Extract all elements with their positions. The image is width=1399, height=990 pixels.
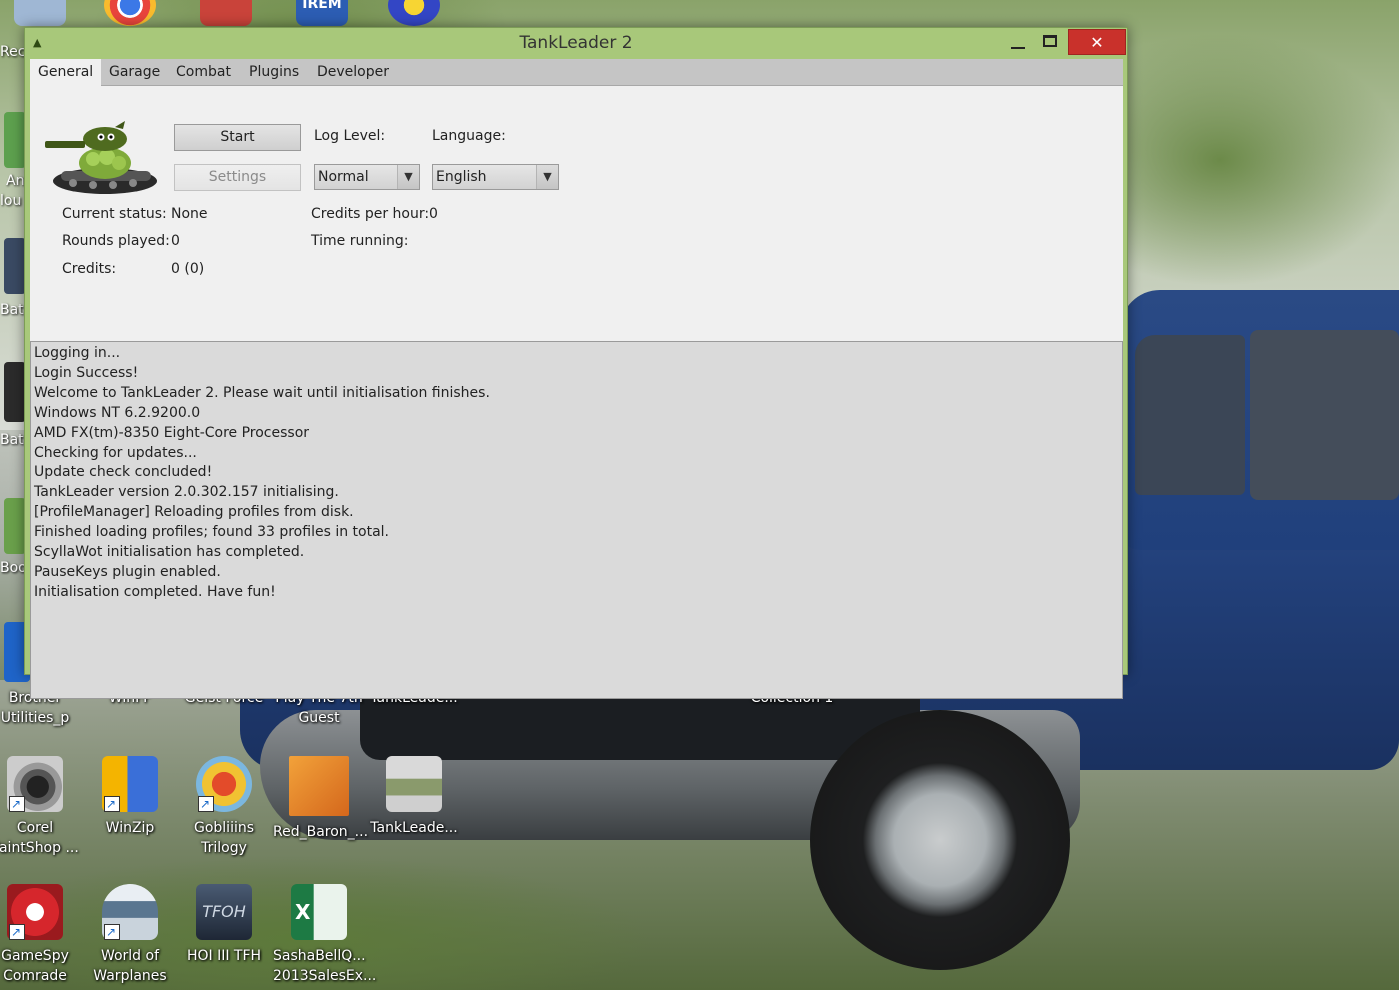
desktop-icon-gamespy-comrade[interactable]: GameSpy Comrade — [0, 884, 81, 986]
current-status-label: Current status: — [62, 206, 167, 222]
window-title: TankLeader 2 — [519, 33, 633, 53]
desktop-icon-label: World of — [100, 948, 160, 964]
log-level-label: Log Level: — [314, 128, 386, 144]
irem-icon[interactable]: IREM — [296, 0, 348, 26]
desktop-icon-label: 2013SalesEx... — [273, 968, 377, 984]
desktop-icon-tankleader-2[interactable]: TankLeade... — [368, 756, 460, 838]
log-level-select[interactable]: Normal ▼ — [314, 164, 420, 190]
gobliiins-icon — [196, 756, 252, 814]
desktop-icon-label: GameSpy — [1, 948, 69, 964]
partial-label-bat: Bat — [0, 432, 24, 448]
credits-value: 0 (0) — [171, 261, 205, 277]
tab-plugins[interactable]: Plugins — [241, 59, 307, 86]
desktop-icon-label: Gobliiins — [193, 820, 255, 836]
excel-icon: X — [291, 884, 347, 940]
tankleader-logo-icon — [45, 121, 157, 194]
desktop-icon-hoi-iii-tfh[interactable]: TFOH HOI III TFH — [178, 884, 270, 966]
tab-garage[interactable]: Garage — [101, 59, 168, 86]
maximize-button[interactable] — [1035, 29, 1065, 55]
credits-label: Credits: — [62, 261, 117, 277]
chevron-down-icon[interactable]: ▼ — [536, 165, 558, 189]
desktop-icon-label: Warplanes — [93, 968, 167, 984]
desktop-icon-label: Utilities_p — [0, 710, 70, 726]
settings-button[interactable]: Settings — [174, 164, 301, 191]
log-line: TankLeader version 2.0.302.157 initialis… — [34, 484, 339, 501]
partial-icon-dark[interactable] — [4, 238, 26, 294]
desktop-icon-gobliiins-trilogy[interactable]: Gobliiins Trilogy — [178, 756, 270, 858]
desktop-icon-label: TankLeade... — [370, 820, 458, 836]
gamespy-star-icon — [7, 884, 63, 942]
partial-icon-black[interactable] — [4, 362, 26, 422]
log-line: Checking for updates... — [34, 444, 197, 461]
desktop-icon-winzip[interactable]: WinZip — [84, 756, 176, 838]
log-line: [ProfileManager] Reloading profiles from… — [34, 504, 354, 521]
log-line: AMD FX(tm)-8350 Eight-Core Processor — [34, 424, 310, 441]
desktop-icon-label: PaintShop ... — [0, 840, 79, 856]
log-output[interactable]: Logging in... Login Success! Welcome to … — [30, 341, 1123, 699]
desktop-icon-label: Guest — [298, 710, 340, 726]
partial-label-an: An — [6, 173, 25, 189]
tankleader-window: ▲ TankLeader 2 ✕ General Garage Combat P… — [24, 27, 1128, 699]
desktop-icon-label: HOI III TFH — [186, 948, 262, 964]
desktop-icon-red-baron[interactable]: Red_Baron_... — [273, 756, 369, 842]
desktop-icon-label: Comrade — [3, 968, 67, 984]
close-button[interactable]: ✕ — [1068, 29, 1126, 55]
partial-icon-green-2[interactable] — [4, 498, 26, 554]
log-line: Logging in... — [34, 345, 121, 361]
tab-general[interactable]: General — [30, 59, 102, 86]
hoi-icon: TFOH — [196, 884, 252, 940]
current-status-value: None — [171, 206, 208, 222]
chevron-down-icon[interactable]: ▼ — [397, 165, 419, 189]
language-label: Language: — [432, 128, 506, 144]
minimize-icon — [1011, 47, 1025, 49]
credits-per-hour-label: Credits per hour: — [311, 206, 430, 222]
desktop-icon-world-of-warplanes[interactable]: World of Warplanes — [84, 884, 176, 986]
language-select[interactable]: English ▼ — [432, 164, 559, 190]
rounds-played-value: 0 — [171, 233, 180, 249]
biplane-icon — [289, 756, 349, 816]
tab-bar: General Garage Combat Plugins Developer — [30, 59, 1123, 86]
log-line: ScyllaWot initialisation has completed. — [34, 544, 305, 561]
log-line: Welcome to TankLeader 2. Please wait unt… — [34, 384, 490, 401]
maximize-icon — [1043, 35, 1057, 47]
desktop-icon-label: SashaBellQ... — [273, 948, 366, 964]
winzip-icon — [102, 756, 158, 814]
desktop-icon-excel-sashabellq[interactable]: X SashaBellQ... 2013SalesEx... — [273, 884, 376, 986]
minimize-button[interactable] — [1003, 29, 1033, 55]
warplanes-wings-icon — [102, 884, 158, 942]
log-line: Update check concluded! — [34, 464, 213, 481]
language-value: English — [436, 169, 487, 185]
tab-developer[interactable]: Developer — [309, 59, 397, 86]
recycle-bin-icon[interactable] — [14, 0, 66, 26]
partial-icon-green[interactable] — [4, 112, 26, 168]
log-line: Login Success! — [34, 364, 139, 381]
close-icon: ✕ — [1090, 33, 1104, 52]
partial-label-lou: lou — [0, 193, 22, 209]
start-button[interactable]: Start — [174, 124, 301, 151]
log-line: Initialisation completed. Have fun! — [34, 583, 276, 600]
tankleader-screenshot-icon — [386, 756, 442, 812]
log-line: Windows NT 6.2.9200.0 — [34, 404, 201, 421]
rounds-played-label: Rounds played: — [62, 233, 170, 249]
credits-per-hour-value: 0 — [429, 206, 438, 222]
desktop-icon-label: Trilogy — [201, 840, 247, 856]
desktop-icon-label: WinZip — [105, 820, 155, 836]
desktop-icon-corel-paintshop[interactable]: Corel PaintShop ... — [0, 756, 81, 858]
title-bar[interactable]: ▲ TankLeader 2 ✕ — [25, 28, 1127, 59]
log-level-value: Normal — [318, 169, 369, 185]
tab-combat[interactable]: Combat — [168, 59, 239, 86]
log-line: Finished loading profiles; found 33 prof… — [34, 524, 389, 541]
desktop-icon-label: Corel — [16, 820, 54, 836]
general-panel: Start Settings Log Level: Language: Norm… — [30, 87, 1123, 339]
desktop-icon-label: Red_Baron_... — [273, 824, 369, 840]
window-client-area: General Garage Combat Plugins Developer — [30, 59, 1123, 699]
camera-icon — [7, 756, 63, 814]
app-icon-red[interactable] — [200, 0, 252, 26]
log-line: PauseKeys plugin enabled. — [34, 563, 221, 580]
time-running-label: Time running: — [311, 233, 409, 249]
